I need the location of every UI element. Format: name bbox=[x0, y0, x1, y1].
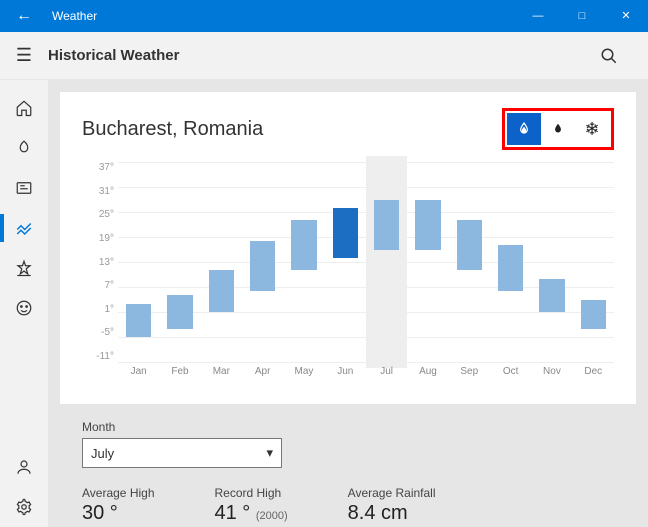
month-dropdown[interactable]: July ▾ bbox=[82, 438, 282, 468]
home-icon[interactable] bbox=[0, 88, 48, 128]
hamburger-menu-button[interactable]: ☰ bbox=[0, 45, 48, 66]
record-high-stat: Record High 41 ° (2000) bbox=[215, 486, 288, 525]
sidebar bbox=[0, 80, 48, 527]
historical-icon[interactable] bbox=[0, 208, 48, 248]
search-button[interactable] bbox=[600, 47, 648, 65]
avg-high-stat: Average High 30 ° bbox=[82, 486, 155, 525]
location-title: Bucharest, Romania bbox=[82, 118, 502, 141]
record-high-label: Record High bbox=[215, 486, 288, 500]
titlebar: ← Weather — □ ✕ bbox=[0, 0, 648, 32]
avg-rain-value: 8.4 cm bbox=[348, 502, 436, 525]
avg-rain-label: Average Rainfall bbox=[348, 486, 436, 500]
chart-mode-toggle: ❄ bbox=[502, 108, 614, 150]
snowflake-icon: ❄ bbox=[584, 119, 599, 140]
account-icon[interactable] bbox=[0, 447, 48, 487]
maps-icon[interactable] bbox=[0, 128, 48, 168]
month-value: July bbox=[91, 446, 114, 461]
app-title: Weather bbox=[48, 9, 516, 23]
chart-card: Bucharest, Romania ❄ 37°31°25°19°13°7°1°… bbox=[60, 92, 636, 404]
feedback-icon[interactable] bbox=[0, 288, 48, 328]
avg-high-label: Average High bbox=[82, 486, 155, 500]
favorites-icon[interactable] bbox=[0, 248, 48, 288]
rainfall-toggle[interactable] bbox=[541, 113, 575, 145]
snow-toggle[interactable]: ❄ bbox=[575, 113, 609, 145]
temperature-toggle[interactable] bbox=[507, 113, 541, 145]
avg-rain-stat: Average Rainfall 8.4 cm bbox=[348, 486, 436, 525]
page-header: ☰ Historical Weather bbox=[0, 32, 648, 80]
avg-high-value: 30 ° bbox=[82, 502, 155, 525]
news-icon[interactable] bbox=[0, 168, 48, 208]
details-panel: Month July ▾ Average High 30 ° Record Hi… bbox=[60, 404, 636, 525]
chevron-down-icon: ▾ bbox=[266, 445, 273, 461]
minimize-button[interactable]: — bbox=[516, 0, 560, 32]
month-label: Month bbox=[82, 420, 614, 434]
maximize-button[interactable]: □ bbox=[560, 0, 604, 32]
page-title: Historical Weather bbox=[48, 47, 600, 64]
close-button[interactable]: ✕ bbox=[604, 0, 648, 32]
back-button[interactable]: ← bbox=[0, 7, 48, 25]
content: Bucharest, Romania ❄ 37°31°25°19°13°7°1°… bbox=[48, 80, 648, 527]
settings-icon[interactable] bbox=[0, 487, 48, 527]
temperature-chart: 37°31°25°19°13°7°1°-5°-11° JanFebMarAprM… bbox=[82, 156, 614, 386]
record-high-value: 41 ° (2000) bbox=[215, 502, 288, 525]
